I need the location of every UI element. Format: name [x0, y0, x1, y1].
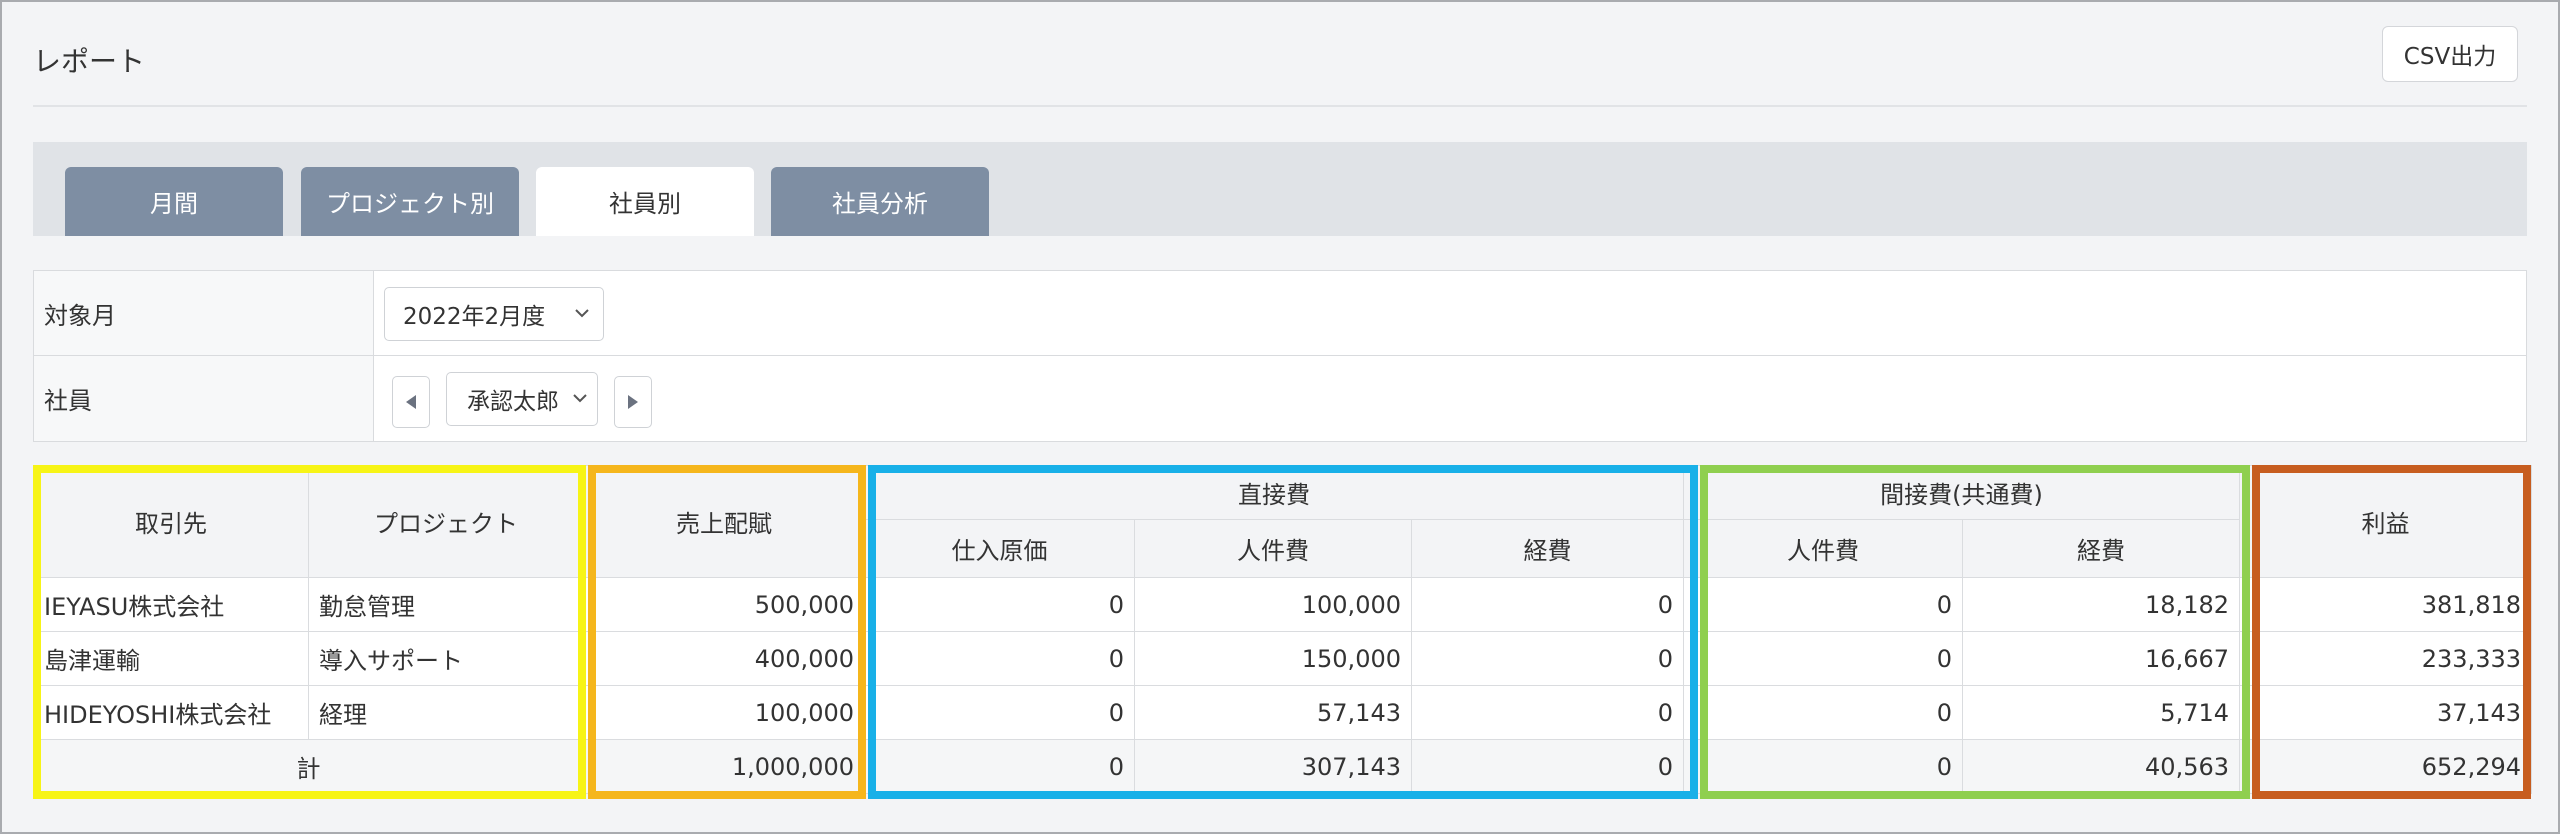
header-purchase-cost: 仕入原価 — [864, 519, 1135, 578]
cell-profit: 37,143 — [2239, 685, 2533, 740]
total-sales: 1,000,000 — [583, 739, 865, 794]
cell-client: 島津運輸 — [33, 631, 309, 686]
cell-sales: 400,000 — [583, 631, 865, 686]
title-divider — [33, 105, 2527, 107]
cell-profit: 381,818 — [2239, 577, 2533, 632]
cell-labor: 150,000 — [1134, 631, 1412, 686]
header-indirect-costs: 間接費(共通費) — [1682, 465, 2241, 520]
table-row: HIDEYOSHI株式会社 経理 100,000 0 57,143 0 0 5,… — [33, 685, 2533, 740]
total-profit: 652,294 — [2239, 739, 2533, 794]
header-project: プロジェクト — [308, 465, 584, 578]
header-sales: 売上配賦 — [583, 465, 865, 578]
employee-select-value: 承認太郎 — [467, 389, 559, 415]
tab-monthly[interactable]: 月間 — [65, 167, 283, 236]
header-client: 取引先 — [33, 465, 309, 578]
prev-employee-button[interactable] — [392, 376, 430, 428]
tab-by-employee[interactable]: 社員別 — [536, 167, 754, 236]
triangle-left-icon — [406, 395, 416, 409]
total-indirect-expense: 40,563 — [1961, 739, 2241, 794]
cell-indirect-labor: 0 — [1683, 685, 1963, 740]
report-window: レポート CSV出力 月間 プロジェクト別 社員別 社員分析 対象月 2022年… — [0, 0, 2560, 834]
total-labor: 307,143 — [1134, 739, 1412, 794]
chevron-down-icon — [575, 309, 589, 318]
triangle-right-icon — [628, 395, 638, 409]
tab-by-project[interactable]: プロジェクト別 — [301, 167, 519, 236]
page-title: レポート — [33, 45, 146, 78]
filter-panel: 対象月 2022年2月度 社員 承認太郎 — [33, 270, 2527, 442]
cell-client: IEYASU株式会社 — [33, 577, 309, 632]
cell-profit: 233,333 — [2239, 631, 2533, 686]
cell-project: 経理 — [308, 685, 584, 740]
cell-indirect-expense: 16,667 — [1961, 631, 2241, 686]
cell-indirect-expense: 18,182 — [1961, 577, 2241, 632]
header-indirect-labor: 人件費 — [1683, 519, 1963, 578]
filter-row-employee: 社員 承認太郎 — [34, 356, 2526, 441]
table-row: IEYASU株式会社 勤怠管理 500,000 0 100,000 0 0 18… — [33, 577, 2533, 632]
cell-expense: 0 — [1411, 577, 1684, 632]
month-select-value: 2022年2月度 — [403, 304, 546, 330]
cell-labor: 57,143 — [1134, 685, 1412, 740]
header-indirect-expense: 経費 — [1961, 519, 2241, 578]
cell-expense: 0 — [1411, 631, 1684, 686]
header-direct-labor: 人件費 — [1134, 519, 1412, 578]
cell-purchase: 0 — [864, 577, 1135, 632]
cell-client: HIDEYOSHI株式会社 — [33, 685, 309, 740]
month-label: 対象月 — [34, 271, 374, 355]
total-expense: 0 — [1411, 739, 1684, 794]
cell-expense: 0 — [1411, 685, 1684, 740]
employee-select[interactable]: 承認太郎 — [446, 372, 598, 426]
total-indirect-labor: 0 — [1683, 739, 1963, 794]
header-direct-expense: 経費 — [1411, 519, 1684, 578]
month-select[interactable]: 2022年2月度 — [384, 287, 604, 341]
cell-project: 導入サポート — [308, 631, 584, 686]
csv-export-button[interactable]: CSV出力 — [2382, 26, 2518, 82]
chevron-down-icon — [573, 394, 587, 403]
next-employee-button[interactable] — [614, 376, 652, 428]
cell-purchase: 0 — [864, 685, 1135, 740]
cell-project: 勤怠管理 — [308, 577, 584, 632]
header-direct-costs: 直接費 — [864, 465, 1684, 520]
total-label: 計 — [33, 739, 584, 794]
cell-indirect-labor: 0 — [1683, 631, 1963, 686]
tab-employee-analysis[interactable]: 社員分析 — [771, 167, 989, 236]
tab-bar: 月間 プロジェクト別 社員別 社員分析 — [33, 142, 2527, 236]
cell-sales: 500,000 — [583, 577, 865, 632]
cell-labor: 100,000 — [1134, 577, 1412, 632]
employee-label: 社員 — [34, 356, 374, 441]
cell-purchase: 0 — [864, 631, 1135, 686]
total-row: 計 1,000,000 0 307,143 0 0 40,563 652,294 — [33, 739, 2533, 794]
total-purchase: 0 — [864, 739, 1135, 794]
cell-indirect-labor: 0 — [1683, 577, 1963, 632]
table-row: 島津運輸 導入サポート 400,000 0 150,000 0 0 16,667… — [33, 631, 2533, 686]
header-profit: 利益 — [2239, 465, 2533, 578]
report-table: 取引先 プロジェクト 売上配賦 直接費 間接費(共通費) 利益 仕入原価 人件費… — [33, 465, 2533, 794]
cell-sales: 100,000 — [583, 685, 865, 740]
cell-indirect-expense: 5,714 — [1961, 685, 2241, 740]
filter-row-month: 対象月 2022年2月度 — [34, 271, 2526, 356]
